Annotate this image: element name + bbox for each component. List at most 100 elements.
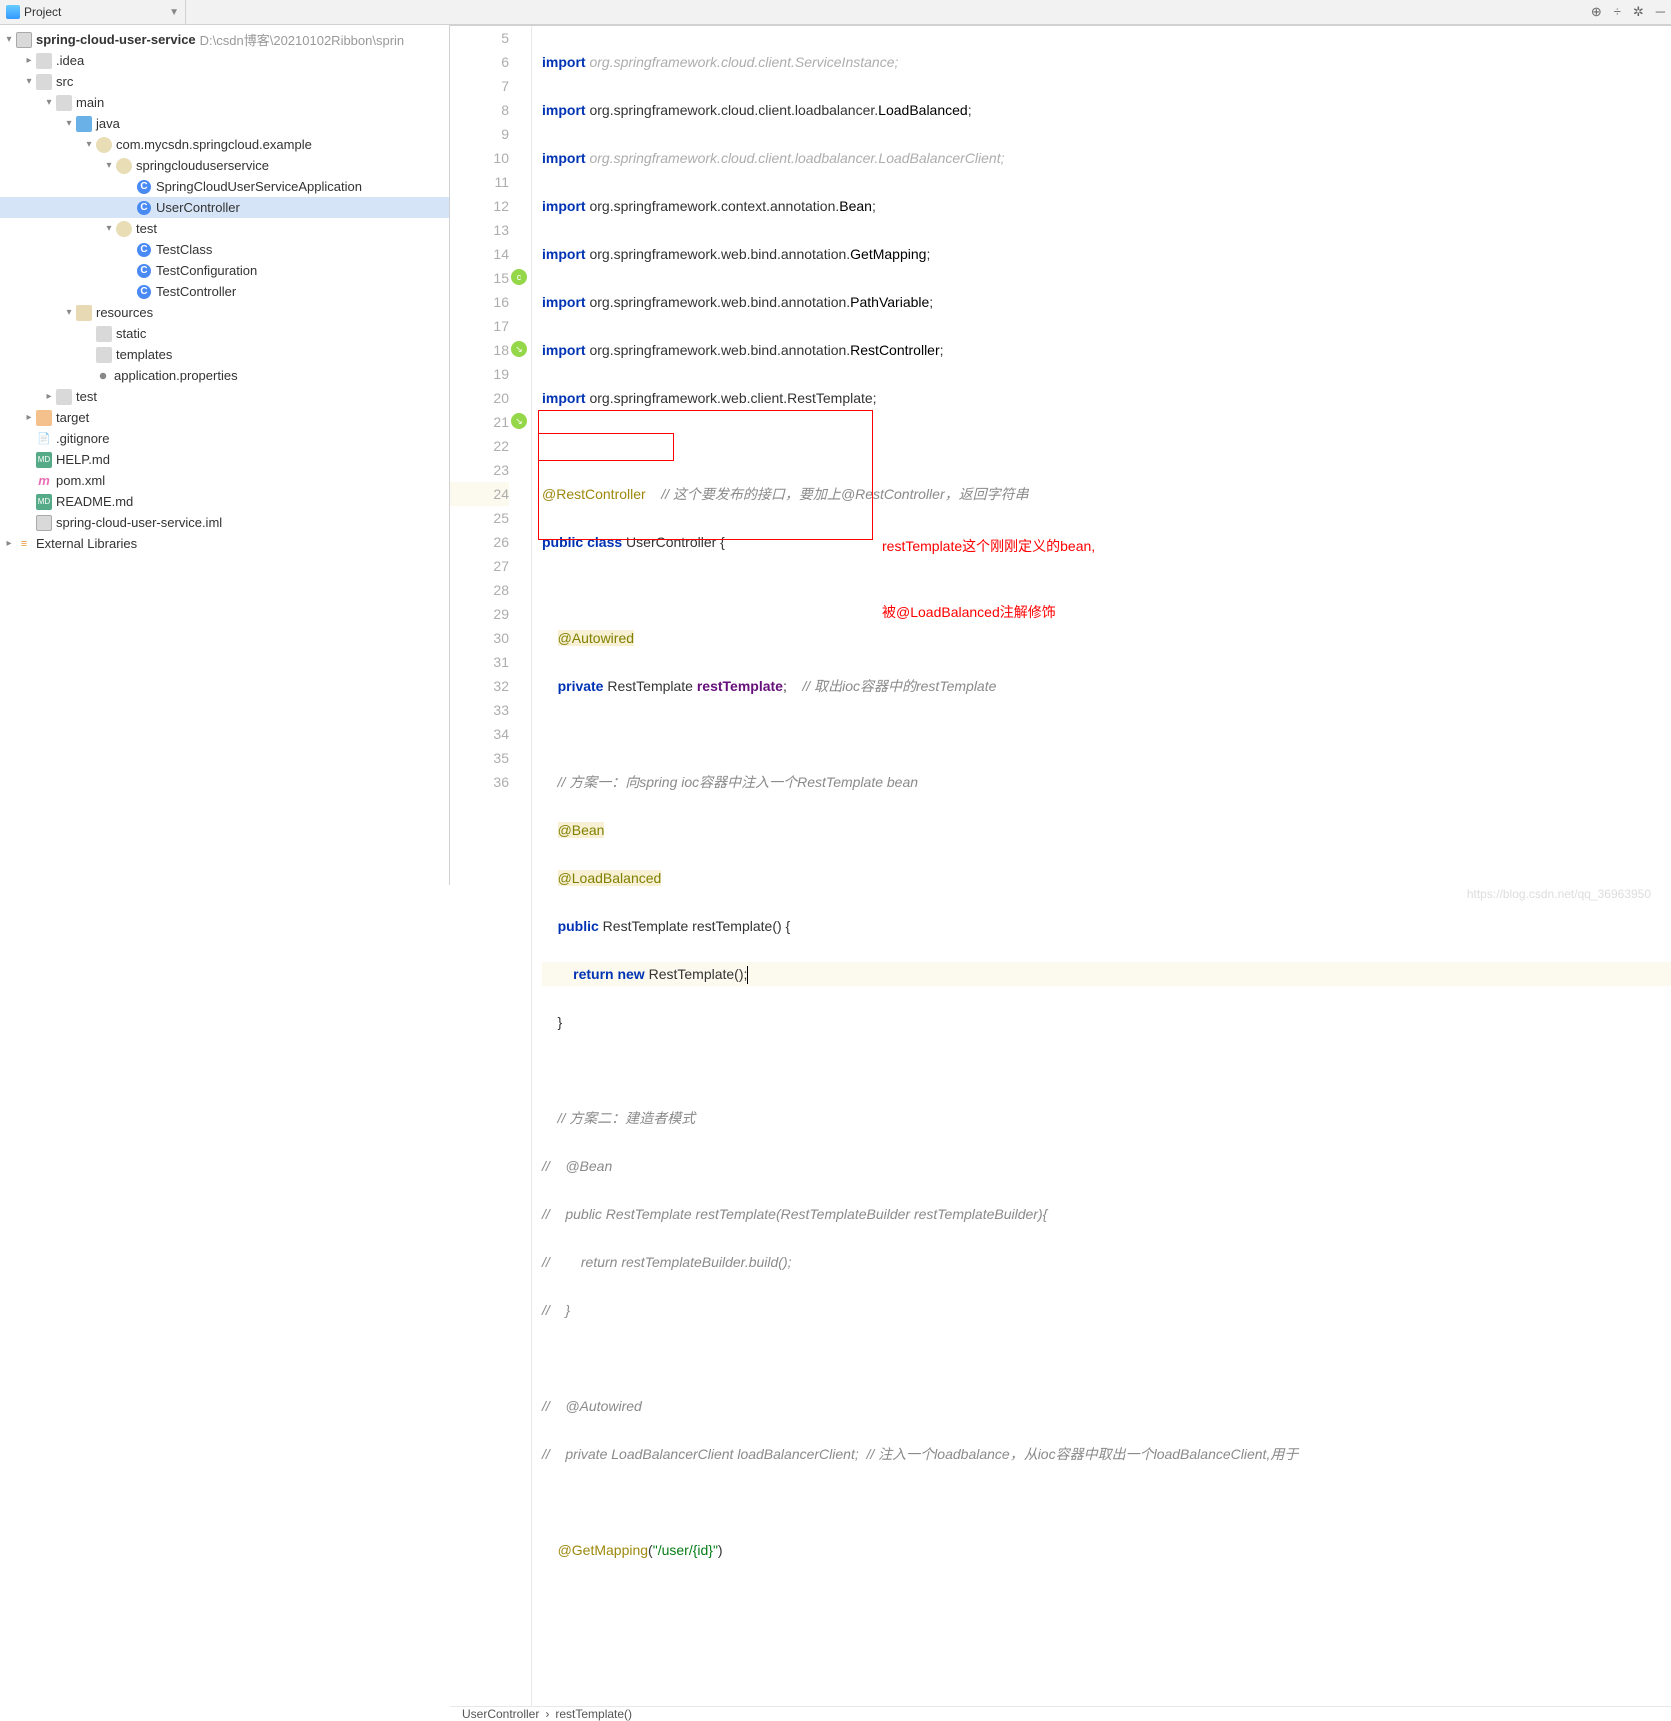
md-icon: MD	[36, 452, 52, 468]
line-gutter: 5678910111213141516171819202122232425262…	[450, 26, 532, 1706]
project-icon	[6, 5, 20, 19]
code-line	[542, 722, 1671, 746]
tree-item-java[interactable]: ▾java	[0, 113, 449, 134]
module-icon	[36, 515, 52, 531]
tree-item-static[interactable]: static	[0, 323, 449, 344]
package-icon	[116, 158, 132, 174]
editor-breadcrumb[interactable]: UserController › restTemplate()	[450, 1706, 1671, 1721]
code-line	[542, 434, 1671, 458]
tree-item-test[interactable]: ▸test	[0, 386, 449, 407]
code-line: // return restTemplateBuilder.build();	[542, 1250, 1671, 1274]
code-line: // 方案二：建造者模式	[542, 1106, 1671, 1130]
tree-item-test-pkg[interactable]: ▾test	[0, 218, 449, 239]
expander-icon[interactable]: ▾	[22, 76, 36, 87]
tree-item-class-selected[interactable]: UserController	[0, 197, 449, 218]
tree-item-templates[interactable]: templates	[0, 344, 449, 365]
module-icon	[16, 32, 32, 48]
tree-item-file[interactable]: 📄.gitignore	[0, 428, 449, 449]
override-mark-icon[interactable]: ↘	[511, 413, 527, 429]
code-line	[542, 578, 1671, 602]
expander-icon[interactable]: ▾	[82, 139, 96, 150]
override-mark-icon[interactable]: ↘	[511, 341, 527, 357]
project-tree-panel: ▾ spring-cloud-user-service D:\csdn博客\20…	[0, 25, 450, 885]
tree-root[interactable]: ▾ spring-cloud-user-service D:\csdn博客\20…	[0, 29, 449, 50]
expand-icon[interactable]: ÷	[1614, 4, 1621, 20]
expander-icon[interactable]: ▾	[102, 160, 116, 171]
source-folder-icon	[76, 116, 92, 132]
code-line: import org.springframework.web.bind.anno…	[542, 338, 1671, 362]
target-folder-icon	[36, 410, 52, 426]
expander-icon[interactable]: ▸	[42, 391, 56, 402]
code-line: public RestTemplate restTemplate() {	[542, 914, 1671, 938]
tree-item-libs[interactable]: ▸External Libraries	[0, 533, 449, 554]
collapse-icon[interactable]: ─	[1656, 4, 1665, 20]
override-mark-icon[interactable]: c	[511, 269, 527, 285]
dropdown-arrow-icon: ▼	[169, 7, 179, 18]
expander-icon[interactable]: ▸	[22, 412, 36, 423]
project-label: Project	[24, 5, 61, 19]
project-selector[interactable]: Project ▼	[6, 0, 186, 24]
tree-label: spring-cloud-user-service	[36, 32, 196, 47]
folder-icon	[56, 389, 72, 405]
package-icon	[96, 137, 112, 153]
package-icon	[116, 221, 132, 237]
tree-item-idea[interactable]: ▸.idea	[0, 50, 449, 71]
tree-item-src[interactable]: ▾src	[0, 71, 449, 92]
breadcrumb-method[interactable]: restTemplate()	[555, 1707, 632, 1721]
code-content[interactable]: import org.springframework.cloud.client.…	[532, 26, 1671, 1706]
code-line: import org.springframework.cloud.client.…	[542, 98, 1671, 122]
tree-item-resources[interactable]: ▾resources	[0, 302, 449, 323]
editor-area: SpringCloudUserServiceApplication.java× …	[450, 25, 1671, 885]
annotation-note: restTemplate这个刚刚定义的bean, 被@LoadBalanced注…	[882, 491, 1095, 667]
resources-folder-icon	[76, 305, 92, 321]
tree-item-package-sub[interactable]: ▾springclouduserservice	[0, 155, 449, 176]
project-tree[interactable]: ▾ spring-cloud-user-service D:\csdn博客\20…	[0, 25, 449, 558]
tree-item-package[interactable]: ▾com.mycsdn.springcloud.example	[0, 134, 449, 155]
tree-item-pom[interactable]: mpom.xml	[0, 470, 449, 491]
code-line: // @Autowired	[542, 1394, 1671, 1418]
code-line: import org.springframework.cloud.client.…	[542, 146, 1671, 170]
tree-item-file[interactable]: MDREADME.md	[0, 491, 449, 512]
expander-icon[interactable]: ▸	[2, 538, 16, 549]
tree-item-class[interactable]: TestConfiguration	[0, 260, 449, 281]
tree-item-class[interactable]: SpringCloudUserServiceApplication	[0, 176, 449, 197]
tree-item-class[interactable]: TestController	[0, 281, 449, 302]
code-line: import org.springframework.web.client.Re…	[542, 386, 1671, 410]
code-line: // @Bean	[542, 1154, 1671, 1178]
target-icon[interactable]: ⊕	[1591, 4, 1602, 20]
tree-item-file[interactable]: spring-cloud-user-service.iml	[0, 512, 449, 533]
code-line	[542, 1490, 1671, 1514]
code-line: @GetMapping("/user/{id}")	[542, 1538, 1671, 1562]
breadcrumb-separator-icon: ›	[545, 1707, 549, 1721]
code-line: import org.springframework.web.bind.anno…	[542, 242, 1671, 266]
tree-item-target[interactable]: ▸target	[0, 407, 449, 428]
tree-item-properties[interactable]: application.properties	[0, 365, 449, 386]
expander-icon[interactable]: ▾	[62, 307, 76, 318]
code-line	[542, 1346, 1671, 1370]
gear-icon[interactable]: ✲	[1633, 4, 1644, 20]
code-line: public class UserController {	[542, 530, 1671, 554]
file-icon: 📄	[36, 431, 52, 447]
expander-icon[interactable]: ▾	[62, 118, 76, 129]
expander-icon[interactable]: ▸	[22, 55, 36, 66]
tree-item-main[interactable]: ▾main	[0, 92, 449, 113]
watermark-text: https://blog.csdn.net/qq_36963950	[1467, 887, 1651, 901]
md-icon: MD	[36, 494, 52, 510]
project-toolbar: Project ▼ ⊕ ÷ ✲ ─	[0, 0, 1671, 25]
properties-icon	[96, 369, 110, 383]
breadcrumb-class[interactable]: UserController	[462, 1707, 539, 1721]
code-line: }	[542, 1010, 1671, 1034]
class-icon	[136, 200, 152, 216]
tree-item-file[interactable]: MDHELP.md	[0, 449, 449, 470]
code-line: @RestController // 这个要发布的接口，要加上@RestCont…	[542, 482, 1671, 506]
code-line: // }	[542, 1298, 1671, 1322]
folder-icon	[56, 95, 72, 111]
expander-icon[interactable]: ▾	[42, 97, 56, 108]
class-icon	[136, 284, 152, 300]
tree-item-class[interactable]: TestClass	[0, 239, 449, 260]
code-editor[interactable]: 5678910111213141516171819202122232425262…	[450, 26, 1671, 1706]
expander-icon[interactable]: ▾	[2, 34, 16, 45]
maven-icon: m	[36, 473, 52, 489]
tree-path: D:\csdn博客\20210102Ribbon\sprin	[200, 30, 405, 49]
expander-icon[interactable]: ▾	[102, 223, 116, 234]
